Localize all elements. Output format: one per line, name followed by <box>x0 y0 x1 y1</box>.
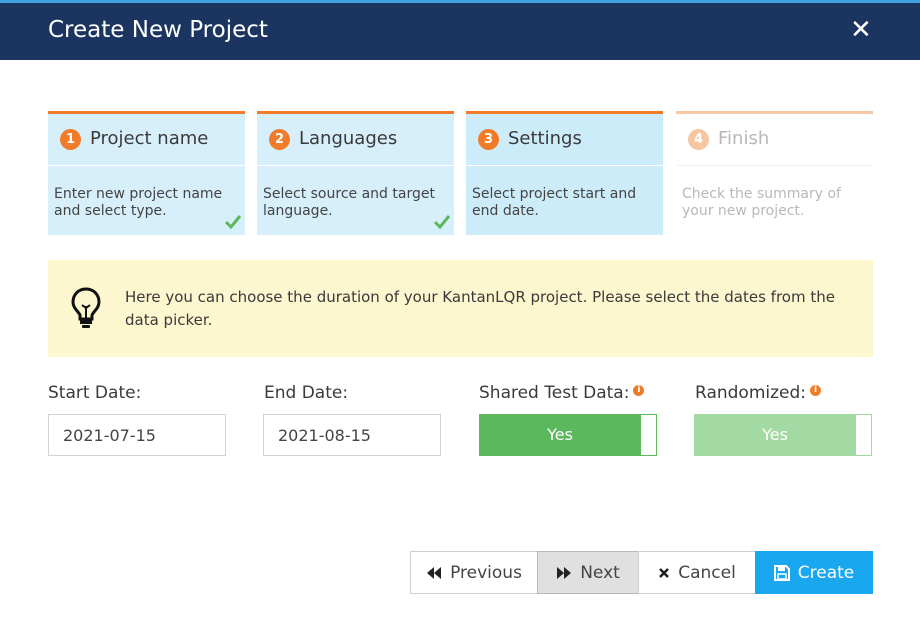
fast-forward-icon <box>557 566 572 579</box>
step-number: 1 <box>60 129 81 150</box>
step-number: 4 <box>688 129 709 150</box>
create-button[interactable]: Create <box>755 551 873 594</box>
cancel-button[interactable]: Cancel <box>638 551 756 594</box>
toggle-knob[interactable] <box>856 415 871 455</box>
randomized-toggle[interactable]: Yes <box>694 414 872 456</box>
create-label: Create <box>797 562 855 583</box>
toggle-label: Yes <box>547 425 573 444</box>
save-icon <box>773 564 790 581</box>
step-settings[interactable]: 3 Settings Select project start and end … <box>466 111 663 235</box>
step-description: Select source and target language. <box>263 186 435 219</box>
dialog-title: Create New Project <box>48 17 268 43</box>
checkmark-icon <box>433 215 451 230</box>
previous-button[interactable]: Previous <box>410 551 538 594</box>
info-text: Here you can choose the duration of your… <box>125 288 835 329</box>
close-icon[interactable]: ✕ <box>850 15 872 45</box>
checkmark-icon <box>224 215 242 230</box>
shared-test-data-label: Shared Test Data: i <box>479 383 645 403</box>
start-date-label: Start Date: <box>48 383 142 403</box>
step-project-name[interactable]: 1 Project name Enter new project name an… <box>48 111 245 235</box>
step-languages[interactable]: 2 Languages Select source and target lan… <box>257 111 454 235</box>
cancel-label: Cancel <box>678 562 736 583</box>
end-date-input[interactable] <box>263 414 441 456</box>
randomized-label-text: Randomized: <box>695 383 807 403</box>
dialog-header: Create New Project ✕ <box>0 3 920 60</box>
shared-test-data-toggle[interactable]: Yes <box>479 414 657 456</box>
step-number: 2 <box>269 129 290 150</box>
step-finish: 4 Finish Check the summary of your new p… <box>676 111 873 235</box>
step-title: Languages <box>299 128 398 149</box>
previous-label: Previous <box>450 562 522 583</box>
start-date-input[interactable] <box>48 414 226 456</box>
info-banner: Here you can choose the duration of your… <box>48 260 873 357</box>
randomized-label: Randomized: i <box>695 383 822 403</box>
shared-test-data-label-text: Shared Test Data: <box>479 383 630 403</box>
toggle-knob[interactable] <box>641 415 656 455</box>
toggle-label: Yes <box>762 425 788 444</box>
next-button[interactable]: Next <box>537 551 639 594</box>
step-title: Project name <box>90 128 209 149</box>
end-date-label: End Date: <box>264 383 349 403</box>
step-title: Finish <box>718 128 770 149</box>
lightbulb-icon <box>71 287 101 328</box>
step-title: Settings <box>508 128 582 149</box>
step-number: 3 <box>478 129 499 150</box>
next-label: Next <box>580 562 620 583</box>
step-description: Select project start and end date. <box>472 186 637 219</box>
close-icon <box>659 567 670 578</box>
fast-backward-icon <box>427 566 442 579</box>
step-description: Check the summary of your new project. <box>682 186 841 219</box>
step-description: Enter new project name and select type. <box>54 186 223 219</box>
info-icon[interactable]: i <box>810 385 822 396</box>
info-icon[interactable]: i <box>633 385 645 396</box>
